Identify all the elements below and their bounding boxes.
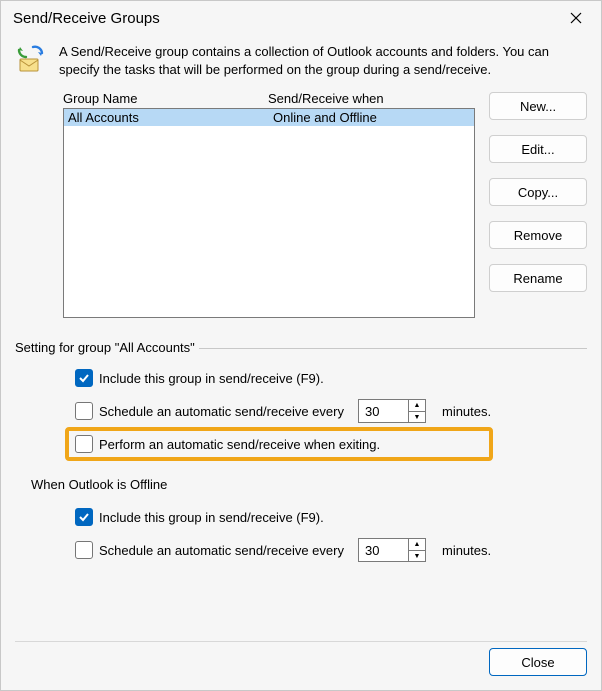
offline-schedule-row: Schedule an automatic send/receive every… [75,538,587,562]
dialog-content: A Send/Receive group contains a collecti… [1,35,601,690]
schedule-label: Schedule an automatic send/receive every [99,404,344,419]
send-receive-groups-dialog: Send/Receive Groups A Send/Receive group [0,0,602,691]
intro-row: A Send/Receive group contains a collecti… [15,43,587,79]
groups-list-headers: Group Name Send/Receive when [63,91,475,108]
perform-on-exit-row: Perform an automatic send/receive when e… [75,435,587,453]
dialog-footer: Close [15,641,587,680]
schedule-row: Schedule an automatic send/receive every… [75,399,587,423]
spinner-up-icon[interactable]: ▲ [409,400,425,412]
offline-schedule-minutes-value[interactable]: 30 [359,539,408,561]
group-name-cell: All Accounts [68,110,273,125]
group-buttons: New... Edit... Copy... Remove Rename [489,91,587,318]
schedule-minutes-value[interactable]: 30 [359,400,408,422]
group-row[interactable]: All Accounts Online and Offline [64,109,474,126]
check-icon [78,511,90,523]
check-icon [78,372,90,384]
perform-on-exit-checkbox[interactable] [75,435,93,453]
new-button[interactable]: New... [489,92,587,120]
spinner-arrows: ▲ ▼ [408,539,425,561]
offline-include-label: Include this group in send/receive (F9). [99,510,324,525]
dialog-title: Send/Receive Groups [13,10,160,27]
spinner-arrows: ▲ ▼ [408,400,425,422]
online-options: Include this group in send/receive (F9).… [15,369,587,453]
close-button[interactable]: Close [489,648,587,676]
header-group-name: Group Name [63,91,268,106]
close-icon [570,12,582,24]
header-send-receive-when: Send/Receive when [268,91,475,106]
minutes-label: minutes. [442,404,491,419]
include-label: Include this group in send/receive (F9). [99,371,324,386]
copy-button[interactable]: Copy... [489,178,587,206]
perform-on-exit-label: Perform an automatic send/receive when e… [99,437,380,452]
send-receive-icon [15,43,49,79]
intro-text: A Send/Receive group contains a collecti… [59,43,587,79]
offline-include-checkbox[interactable] [75,508,93,526]
include-in-send-receive-row: Include this group in send/receive (F9). [75,369,587,387]
spinner-down-icon[interactable]: ▼ [409,551,425,562]
include-checkbox[interactable] [75,369,93,387]
rename-button[interactable]: Rename [489,264,587,292]
schedule-minutes-spinner[interactable]: 30 ▲ ▼ [358,399,426,423]
offline-schedule-minutes-spinner[interactable]: 30 ▲ ▼ [358,538,426,562]
remove-button[interactable]: Remove [489,221,587,249]
offline-include-row: Include this group in send/receive (F9). [75,508,587,526]
spinner-down-icon[interactable]: ▼ [409,412,425,423]
offline-options: Include this group in send/receive (F9).… [15,508,587,562]
offline-subheader: When Outlook is Offline [15,477,587,492]
spinner-up-icon[interactable]: ▲ [409,539,425,551]
edit-button[interactable]: Edit... [489,135,587,163]
settings-section-label: Setting for group "All Accounts" [15,340,587,355]
schedule-checkbox[interactable] [75,402,93,420]
offline-schedule-label: Schedule an automatic send/receive every [99,543,344,558]
groups-list-wrap: Group Name Send/Receive when All Account… [63,91,475,318]
groups-listbox[interactable]: All Accounts Online and Offline [63,108,475,318]
titlebar-close-button[interactable] [557,5,595,31]
titlebar: Send/Receive Groups [1,1,601,35]
offline-minutes-label: minutes. [442,543,491,558]
group-when-cell: Online and Offline [273,110,470,125]
offline-schedule-checkbox[interactable] [75,541,93,559]
groups-area: Group Name Send/Receive when All Account… [15,91,587,318]
